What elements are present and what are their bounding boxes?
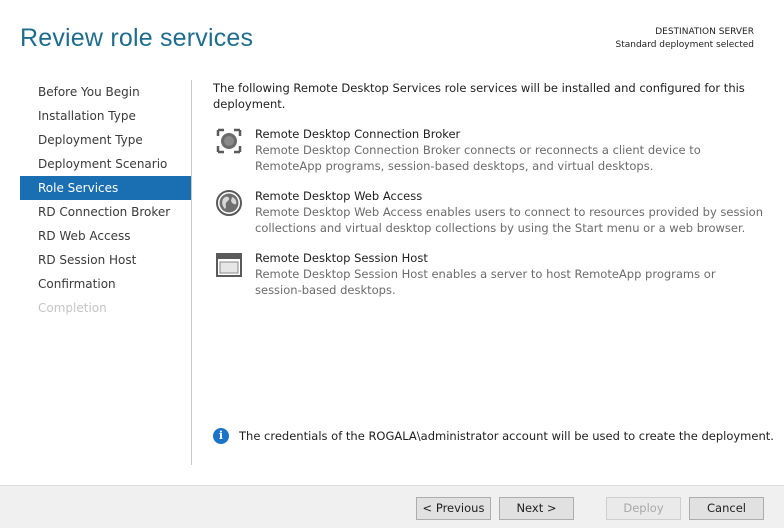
session-host-window-icon bbox=[214, 250, 244, 280]
destination-server-value: Standard deployment selected bbox=[615, 40, 755, 50]
service-web-access: Remote Desktop Web Access Remote Desktop… bbox=[213, 188, 763, 236]
destination-server-label: DESTINATION SERVER bbox=[655, 27, 754, 37]
nav-item-deployment-type[interactable]: Deployment Type bbox=[20, 128, 191, 152]
intro-text: The following Remote Desktop Services ro… bbox=[213, 81, 745, 111]
service-description: Remote Desktop Web Access enables users … bbox=[255, 205, 763, 235]
service-description: Remote Desktop Session Host enables a se… bbox=[255, 267, 716, 297]
service-title: Remote Desktop Connection Broker bbox=[255, 127, 461, 141]
service-description: Remote Desktop Connection Broker connect… bbox=[255, 143, 701, 173]
credentials-info-text: The credentials of the ROGALA\administra… bbox=[239, 429, 774, 443]
cancel-button[interactable]: Cancel bbox=[689, 497, 764, 520]
nav-item-rd-connection-broker[interactable]: RD Connection Broker bbox=[20, 200, 191, 224]
nav-item-installation-type[interactable]: Installation Type bbox=[20, 104, 191, 128]
service-title: Remote Desktop Web Access bbox=[255, 189, 423, 203]
service-session-host: Remote Desktop Session Host Remote Deskt… bbox=[213, 250, 763, 298]
web-access-globe-icon bbox=[214, 188, 244, 218]
info-icon: i bbox=[213, 428, 229, 444]
nav-item-deployment-scenario[interactable]: Deployment Scenario bbox=[20, 152, 191, 176]
next-button[interactable]: Next > bbox=[499, 497, 574, 520]
nav-divider bbox=[191, 80, 192, 465]
nav-item-rd-session-host[interactable]: RD Session Host bbox=[20, 248, 191, 272]
main-content: The following Remote Desktop Services ro… bbox=[213, 80, 763, 298]
nav-item-rd-web-access[interactable]: RD Web Access bbox=[20, 224, 191, 248]
nav-item-before-you-begin[interactable]: Before You Begin bbox=[20, 80, 191, 104]
deploy-button: Deploy bbox=[606, 497, 681, 520]
previous-button[interactable]: < Previous bbox=[416, 497, 491, 520]
destination-server-info: DESTINATION SERVER Standard deployment s… bbox=[616, 26, 755, 52]
wizard-nav: Before You Begin Installation Type Deplo… bbox=[20, 80, 191, 320]
credentials-info: i The credentials of the ROGALA\administ… bbox=[213, 428, 774, 444]
page-title: Review role services bbox=[20, 24, 254, 52]
wizard-footer: < Previous Next > Deploy Cancel bbox=[0, 485, 784, 528]
nav-item-completion: Completion bbox=[38, 301, 107, 315]
nav-item-confirmation[interactable]: Confirmation bbox=[20, 272, 191, 296]
connection-broker-icon bbox=[214, 126, 244, 156]
nav-item-role-services[interactable]: Role Services bbox=[20, 176, 191, 200]
service-connection-broker: Remote Desktop Connection Broker Remote … bbox=[213, 126, 763, 174]
service-title: Remote Desktop Session Host bbox=[255, 251, 428, 265]
